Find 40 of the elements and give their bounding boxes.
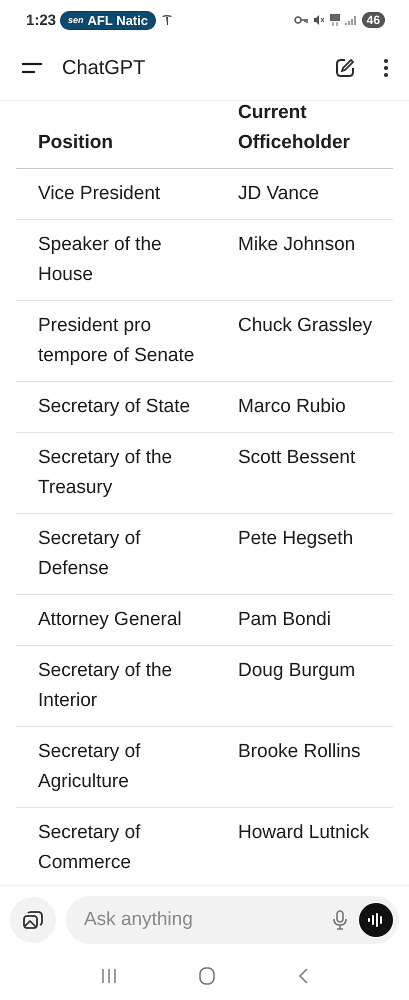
- menu-icon: [22, 61, 42, 75]
- signal-icon: [344, 14, 357, 26]
- column-header: Current Officeholder: [238, 101, 351, 155]
- table-cell: Vice President: [38, 183, 160, 204]
- waveform-icon: [367, 913, 385, 927]
- table-cell: Secretary of State: [38, 396, 190, 417]
- table-cell: Attorney General: [38, 609, 182, 630]
- table-cell: Scott Bessent: [238, 447, 356, 468]
- pencil-icon: [335, 58, 355, 78]
- table-cell: Brooke Rollins: [238, 741, 360, 762]
- app-title: ChatGPT: [62, 56, 146, 80]
- table-cell: Doug Burgum: [238, 660, 356, 681]
- table-cell: Chuck Grassley: [238, 315, 372, 336]
- table-cell: President pro tempore of Senate: [38, 315, 194, 366]
- table-cell: Secretary of Defense: [38, 528, 140, 579]
- table-cell: Pete Hegseth: [238, 528, 354, 549]
- images-icon: [22, 910, 44, 930]
- table-cell: JD Vance: [238, 183, 319, 204]
- table-cell: Pam Bondi: [238, 609, 331, 630]
- table-cell: Howard Lutnick: [238, 822, 369, 843]
- table-cell: Secretary of the Treasury: [38, 447, 172, 498]
- home-icon: [199, 967, 216, 985]
- key-icon: [294, 15, 308, 25]
- column-header: Position: [38, 131, 113, 155]
- more-icon: [383, 58, 389, 78]
- notification-chip: sen AFL Natic: [60, 10, 156, 30]
- image-attach-button[interactable]: [10, 897, 56, 943]
- message-input-field[interactable]: Ask anything: [66, 896, 399, 944]
- table-cell: Speaker of the House: [38, 234, 162, 285]
- mute-icon: [312, 14, 325, 26]
- table-cell: Marco Rubio: [238, 396, 346, 417]
- recent-apps-icon: [101, 968, 118, 984]
- back-icon: [298, 968, 308, 984]
- status-time: 1:23: [26, 12, 56, 28]
- table-cell: Mike Johnson: [238, 234, 356, 255]
- table-cell: Secretary of Agriculture: [38, 741, 140, 792]
- table-cell: Secretary of Commerce: [38, 822, 140, 873]
- battery-level: 46: [362, 12, 385, 28]
- microphone-icon: [333, 910, 347, 930]
- table-cell: Secretary of the Interior: [38, 660, 172, 711]
